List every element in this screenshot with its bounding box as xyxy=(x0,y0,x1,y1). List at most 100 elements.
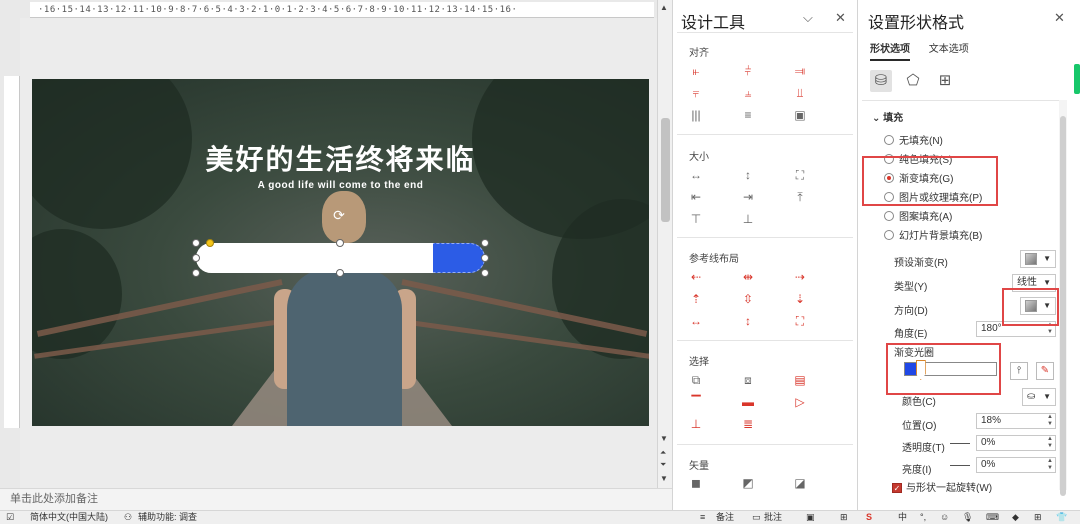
guide-right-icon[interactable]: ⇢ xyxy=(793,270,807,284)
add-stop-icon[interactable]: ⫯ xyxy=(1010,362,1028,380)
pentagon-icon[interactable]: ⬠ xyxy=(902,70,924,92)
resize-handle[interactable] xyxy=(336,239,344,247)
angle-label: 角度(E) xyxy=(894,329,928,340)
page-down-icon[interactable]: ⏷ xyxy=(660,460,666,470)
ime-logo-icon[interactable]: S xyxy=(866,511,872,524)
tab-shape-options[interactable]: 形状选项 xyxy=(870,44,910,61)
slide-title[interactable]: 美好的生活终将来临 xyxy=(32,138,649,178)
scroll-down-icon[interactable]: ▼ xyxy=(660,474,668,483)
align-right-icon[interactable]: ⫥ xyxy=(793,64,807,78)
select-same-type-icon[interactable]: ▬ xyxy=(741,395,755,409)
chevron-down-icon[interactable]: ⌵ xyxy=(803,10,813,26)
resize-handle[interactable] xyxy=(336,269,344,277)
guide-width-icon[interactable]: ↔ xyxy=(689,314,703,328)
grid-icon[interactable]: ⊞ xyxy=(1034,511,1042,524)
resize-handle[interactable] xyxy=(192,269,200,277)
stretch-bottom-icon[interactable]: ⊥ xyxy=(741,212,755,226)
remove-stop-icon[interactable]: ✎ xyxy=(1036,362,1054,380)
stretch-left-icon[interactable]: ⇤ xyxy=(689,190,703,204)
stretch-top-icon[interactable]: ⊤ xyxy=(689,212,703,226)
vector-fragment-icon[interactable]: ◪ xyxy=(793,476,807,490)
guide-top-icon[interactable]: ⇡ xyxy=(689,292,703,306)
punctuation-icon[interactable]: °, xyxy=(920,511,926,524)
distribute-v-icon[interactable]: ≡ xyxy=(741,108,755,122)
comments-button[interactable]: 批注 xyxy=(764,511,782,524)
accessibility-status[interactable]: 辅助功能: 调查 xyxy=(138,511,197,524)
scroll-up-icon[interactable]: ▲ xyxy=(660,3,668,12)
select-same-size-icon[interactable]: ⧈ xyxy=(741,373,755,387)
page-up-icon[interactable]: ⏶ xyxy=(660,448,666,458)
fill-bucket-icon[interactable]: ⛁ xyxy=(870,70,892,92)
resize-handle[interactable] xyxy=(481,239,489,247)
same-size-icon[interactable]: ⛶ xyxy=(793,168,807,182)
guide-center-icon[interactable]: ⇹ xyxy=(741,270,755,284)
radio-slide-bg-fill[interactable]: 幻灯片背景填充(B) xyxy=(884,227,982,242)
guide-middle-icon[interactable]: ⇳ xyxy=(741,292,755,306)
vector-union-icon[interactable]: ◼ xyxy=(689,476,703,490)
close-icon[interactable]: ✕ xyxy=(835,10,846,26)
transparency-input[interactable]: 0% ▲ ▼ xyxy=(976,435,1056,451)
scroll-down-icon[interactable]: ▼ xyxy=(660,434,668,443)
brightness-slider[interactable] xyxy=(950,465,970,466)
emoji-icon[interactable]: ☺ xyxy=(940,511,949,524)
resize-handle[interactable] xyxy=(481,254,489,262)
select-same-fill-icon[interactable]: ▤ xyxy=(793,373,807,387)
position-input[interactable]: 18% ▲ ▼ xyxy=(976,413,1056,429)
skin-icon[interactable]: ◆ xyxy=(1012,511,1019,524)
same-height-icon[interactable]: ↕ xyxy=(741,168,755,182)
align-top-icon[interactable]: ⫧ xyxy=(689,86,703,100)
color-dropdown[interactable]: ⛀ ▼ xyxy=(1022,388,1056,406)
select-pointer-icon[interactable]: ▷ xyxy=(793,395,807,409)
select-stack-icon[interactable]: ≣ xyxy=(741,417,755,431)
shirt-icon[interactable]: 👕 xyxy=(1056,511,1067,524)
notes-input[interactable]: 单击此处添加备注 xyxy=(0,488,672,510)
person-body xyxy=(287,269,402,426)
guide-left-icon[interactable]: ⇠ xyxy=(689,270,703,284)
ime-language-icon[interactable]: 中 xyxy=(898,511,907,524)
radio-no-fill[interactable]: 无填充(N) xyxy=(884,132,943,147)
adjust-handle[interactable] xyxy=(206,239,214,247)
microphone-icon[interactable]: 🎙 xyxy=(962,511,973,524)
size-icon[interactable]: ⊞ xyxy=(934,70,956,92)
stretch-right-icon[interactable]: ⇥ xyxy=(741,190,755,204)
transparency-slider[interactable] xyxy=(950,443,970,444)
align-left-icon[interactable]: ⫦ xyxy=(689,64,703,78)
radio-pattern-fill[interactable]: 图案填充(A) xyxy=(884,208,952,223)
guide-fit-icon[interactable]: ⛶ xyxy=(793,314,807,328)
normal-view-icon[interactable]: ▣ xyxy=(806,511,815,524)
slide-subtitle[interactable]: A good life will come to the end xyxy=(32,180,649,191)
align-bottom-icon[interactable]: ⫫ xyxy=(793,86,807,100)
distribute-h-icon[interactable]: ||| xyxy=(689,108,703,122)
fill-section-header[interactable]: ⌄ 填充 xyxy=(872,109,903,124)
same-width-icon[interactable]: ↔ xyxy=(689,168,703,182)
keyboard-icon[interactable]: ⌨ xyxy=(986,511,999,524)
resize-handle[interactable] xyxy=(192,254,200,262)
guide-bottom-icon[interactable]: ⇣ xyxy=(793,292,807,306)
vertical-ruler xyxy=(4,76,20,428)
slide[interactable]: 美好的生活终将来临 A good life will come to the e… xyxy=(32,79,649,426)
guide-height-icon[interactable]: ↕ xyxy=(741,314,755,328)
align-middle-icon[interactable]: ⫨ xyxy=(741,86,755,100)
format-scrollbar[interactable] xyxy=(1059,100,1067,496)
select-same-line-icon[interactable]: ▔ xyxy=(689,395,703,409)
brightness-input[interactable]: 0% ▲ ▼ xyxy=(976,457,1056,473)
spellcheck-icon[interactable]: ☑ xyxy=(6,511,14,524)
slide-sorter-icon[interactable]: ⊞ xyxy=(840,511,848,524)
scroll-thumb[interactable] xyxy=(661,118,670,222)
select-hidden-icon[interactable]: ⊥ xyxy=(689,417,703,431)
align-center-icon[interactable]: ⫩ xyxy=(741,64,755,78)
resize-handle[interactable] xyxy=(481,269,489,277)
canvas-scrollbar[interactable]: ▲ ▼ ⏶ ⏷ ▼ xyxy=(657,0,672,488)
tab-text-options[interactable]: 文本选项 xyxy=(929,44,969,55)
vector-combine-icon[interactable]: ◩ xyxy=(741,476,755,490)
stretch-up-icon[interactable]: ⤒ xyxy=(793,190,807,204)
resize-handle[interactable] xyxy=(192,239,200,247)
rotate-with-shape-checkbox[interactable]: ✓ 与形状一起旋转(W) xyxy=(892,479,992,494)
select-similar-icon[interactable]: ⧉ xyxy=(689,373,703,387)
notes-button[interactable]: 备注 xyxy=(716,511,734,524)
preset-gradient-dropdown[interactable]: ▼ xyxy=(1020,250,1056,268)
language-status[interactable]: 简体中文(中国大陆) xyxy=(30,511,108,524)
close-icon[interactable]: ✕ xyxy=(1054,10,1065,26)
align-slide-icon[interactable]: ▣ xyxy=(793,108,807,122)
rotate-icon[interactable]: ⟳ xyxy=(331,207,347,223)
